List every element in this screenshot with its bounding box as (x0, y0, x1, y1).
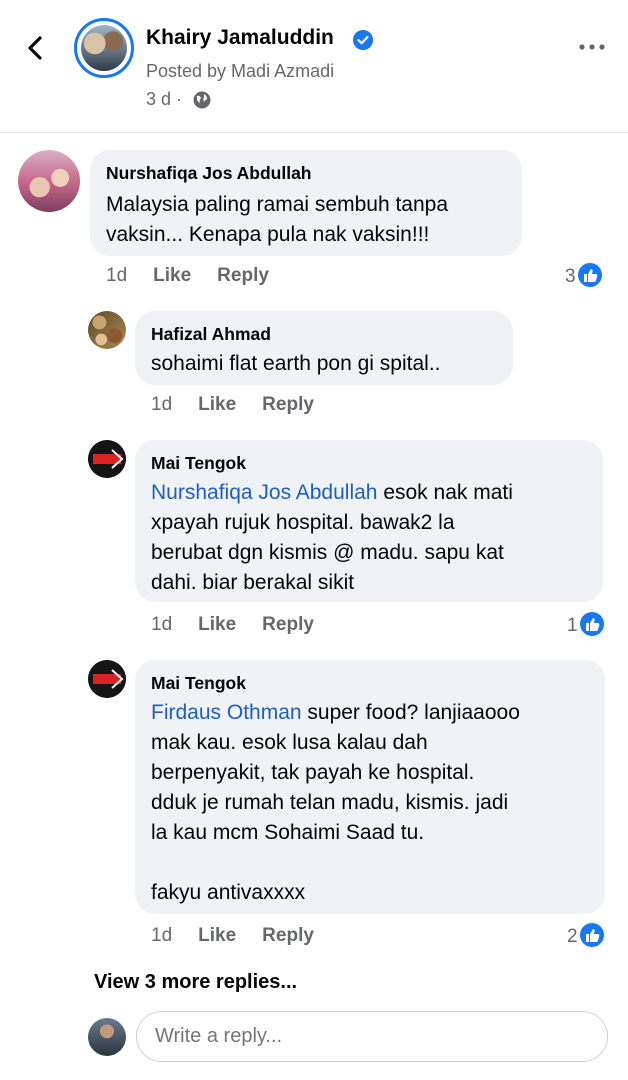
verified-badge-icon (353, 30, 373, 50)
reply-button[interactable]: Reply (262, 394, 314, 415)
like-thumb-icon (579, 923, 604, 947)
page-name[interactable]: Khairy Jamaluddin (146, 26, 334, 50)
post-time[interactable]: 3 d · (146, 89, 182, 110)
mention-link[interactable]: Nurshafiqa Jos Abdullah (151, 481, 377, 504)
comment-actions: 1d Like Reply (151, 394, 340, 416)
reply-input[interactable] (136, 1011, 608, 1062)
posted-by[interactable]: Posted by Madi Azmadi (146, 61, 334, 82)
comment-bubble: Nurshafiqa Jos Abdullah Malaysia paling … (90, 150, 522, 256)
comment-text: Malaysia paling ramai sembuh tanpa vaksi… (106, 193, 449, 246)
page-avatar[interactable] (74, 18, 134, 78)
like-thumb-icon (577, 263, 602, 287)
comment-actions: 1d Like Reply (151, 925, 340, 947)
comment-bubble: Mai Tengok Nurshafiqa Jos Abdullah esok … (135, 440, 603, 602)
post-header: Khairy Jamaluddin Posted by Madi Azmadi … (0, 0, 628, 133)
like-button[interactable]: Like (198, 614, 236, 635)
reaction-count[interactable]: 1 (567, 612, 604, 638)
comment-bubble: Hafizal Ahmad sohaimi flat earth pon gi … (135, 311, 513, 385)
comment-body: super food? lanjiaaooo mak kau. esok lus… (151, 701, 520, 904)
comment-actions: 1d Like Reply (151, 614, 340, 636)
comment-author[interactable]: Nurshafiqa Jos Abdullah (106, 162, 506, 184)
avatar[interactable] (88, 311, 126, 349)
mention-link[interactable]: Firdaus Othman (151, 701, 302, 724)
comment-author[interactable]: Hafizal Ahmad (151, 323, 497, 345)
more-options-icon[interactable] (578, 40, 606, 54)
like-count: 3 (565, 266, 576, 288)
like-thumb-icon (579, 612, 604, 636)
comment-time[interactable]: 1d (106, 265, 127, 286)
view-more-replies[interactable]: View 3 more replies... (94, 971, 297, 994)
comment-time[interactable]: 1d (151, 614, 172, 635)
like-count: 1 (567, 615, 578, 637)
comment-bubble: Mai Tengok Firdaus Othman super food? la… (135, 660, 605, 914)
like-button[interactable]: Like (153, 265, 191, 286)
current-user-avatar (88, 1018, 126, 1056)
back-arrow-icon[interactable] (22, 34, 50, 62)
globe-icon (193, 91, 211, 109)
comment-author[interactable]: Mai Tengok (151, 672, 589, 694)
avatar[interactable] (88, 660, 126, 698)
avatar[interactable] (18, 150, 80, 212)
mai-tengok-logo (88, 660, 126, 698)
comment-text: sohaimi flat earth pon gi spital.. (151, 352, 441, 375)
like-button[interactable]: Like (198, 394, 236, 415)
like-count: 2 (567, 926, 578, 948)
comment-time[interactable]: 1d (151, 925, 172, 946)
comment-actions: 1d Like Reply (106, 265, 295, 287)
reply-button[interactable]: Reply (217, 265, 269, 286)
mai-tengok-logo (88, 440, 126, 478)
comment-text: Nurshafiqa Jos Abdullah esok nak mati xp… (151, 478, 587, 598)
comment-text: Firdaus Othman super food? lanjiaaooo ma… (151, 698, 589, 908)
avatar[interactable] (88, 440, 126, 478)
reaction-count[interactable]: 3 (565, 263, 602, 289)
reaction-count[interactable]: 2 (567, 923, 604, 949)
reply-button[interactable]: Reply (262, 925, 314, 946)
like-button[interactable]: Like (198, 925, 236, 946)
reply-button[interactable]: Reply (262, 614, 314, 635)
comment-time[interactable]: 1d (151, 394, 172, 415)
comment-author[interactable]: Mai Tengok (151, 452, 587, 474)
